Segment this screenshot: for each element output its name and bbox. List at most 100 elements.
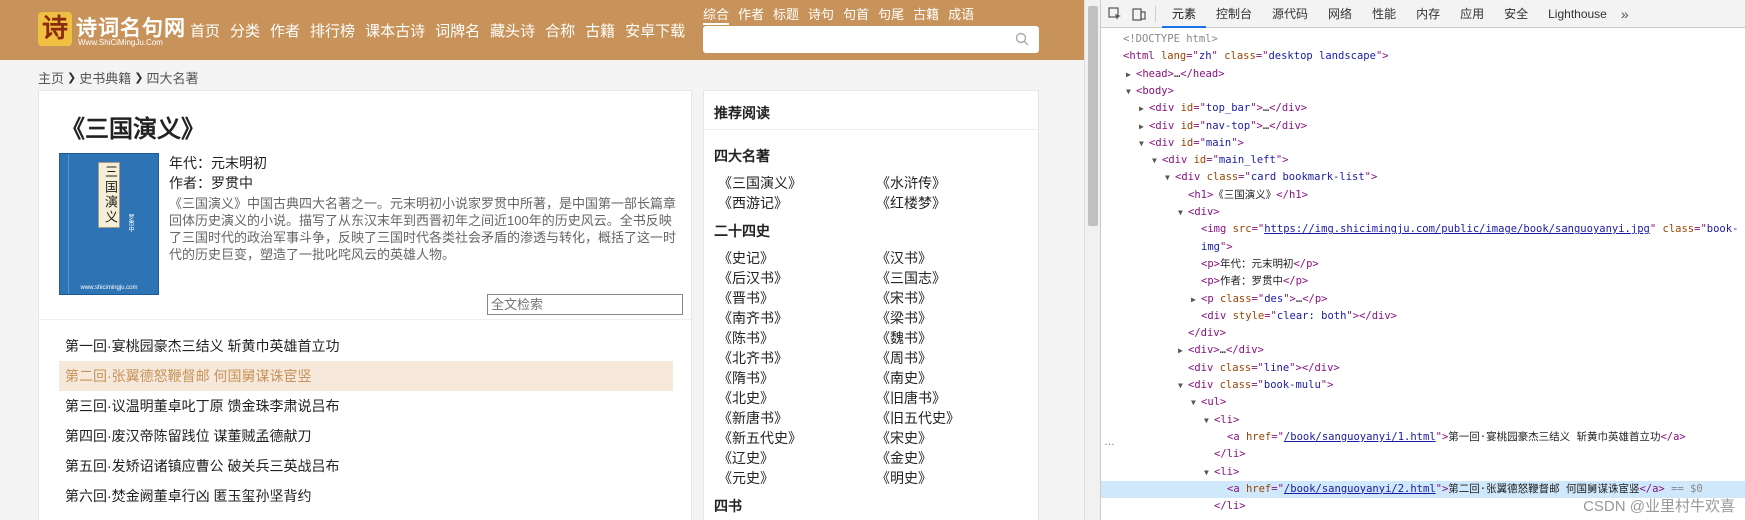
sidebar-book-link[interactable]: 《后汉书》 — [718, 268, 876, 288]
breadcrumb-link[interactable]: 四大名著 — [146, 68, 198, 87]
expand-triangle-icon[interactable]: ▼ — [1191, 394, 1201, 411]
chapter-link[interactable]: 第五回·发矫诏诸镇应曹公 破关兵三英战吕布 — [59, 451, 673, 481]
collapse-triangle-icon[interactable]: ▶ — [1139, 100, 1149, 117]
sidebar-book-link[interactable]: 《魏书》 — [876, 328, 1034, 348]
code-token[interactable]: https://img.shicimingju.com/public/image… — [1264, 223, 1650, 235]
inspect-element-icon[interactable] — [1105, 0, 1125, 28]
dom-node-line[interactable]: <img src="https://img.shicimingju.com/pu… — [1101, 221, 1745, 238]
sidebar-book-link[interactable]: 《晋书》 — [718, 288, 876, 308]
collapse-triangle-icon[interactable]: ▶ — [1178, 342, 1188, 359]
expand-triangle-icon[interactable]: ▼ — [1152, 152, 1162, 169]
dom-node-line[interactable]: ▼ <body> — [1101, 83, 1745, 100]
sidebar-book-link[interactable]: 《旧五代史》 — [876, 408, 1034, 428]
chapter-link[interactable]: 第二回·张翼德怒鞭督邮 何国舅谋诛宦竖 — [59, 361, 673, 391]
search-tab[interactable]: 古籍 — [913, 4, 939, 25]
expand-triangle-icon[interactable]: ▼ — [1139, 135, 1149, 152]
devtools-tab[interactable]: 网络 — [1318, 0, 1362, 28]
sidebar-book-link[interactable]: 《金史》 — [876, 448, 1034, 468]
code-token[interactable]: /book/sanguoyanyi/2.html — [1284, 483, 1436, 495]
code-token[interactable]: /book/sanguoyanyi/1.html — [1284, 431, 1436, 443]
sidebar-book-link[interactable]: 《陈书》 — [718, 328, 876, 348]
sidebar-book-link[interactable]: 《三国演义》 — [718, 173, 876, 193]
dom-node-line[interactable]: ▼ <li> — [1101, 412, 1745, 429]
expand-triangle-icon[interactable]: ▼ — [1178, 204, 1188, 221]
search-tab[interactable]: 标题 — [773, 4, 799, 25]
chapter-link[interactable]: 第六回·焚金阙董卓行凶 匿玉玺孙坚背约 — [59, 481, 673, 511]
fulltext-search-input[interactable] — [487, 294, 683, 315]
dom-node-line[interactable]: <html lang="zh" class="desktop landscape… — [1101, 48, 1745, 65]
breadcrumb-link[interactable]: 史书典籍 — [79, 68, 131, 87]
sidebar-book-link[interactable]: 《旧唐书》 — [876, 388, 1034, 408]
dom-node-line[interactable]: <a href="/book/sanguoyanyi/1.html">第一回·宴… — [1101, 429, 1745, 446]
devtools-tab[interactable]: 元素 — [1162, 0, 1207, 28]
collapse-triangle-icon[interactable]: ▶ — [1126, 66, 1136, 83]
sidebar-book-link[interactable]: 《宋书》 — [876, 288, 1034, 308]
sidebar-book-link[interactable]: 《周书》 — [876, 348, 1034, 368]
nav-link[interactable]: 分类 — [225, 20, 265, 41]
sidebar-book-link[interactable]: 《隋书》 — [718, 368, 876, 388]
breadcrumb-link[interactable]: 主页 — [38, 68, 64, 87]
dom-node-line[interactable]: ▶ <div id="nav-top">…</div> — [1101, 118, 1745, 135]
nav-link[interactable]: 词牌名 — [430, 20, 485, 41]
sidebar-book-link[interactable]: 《南史》 — [876, 368, 1034, 388]
search-tab[interactable]: 成语 — [948, 4, 974, 25]
sidebar-book-link[interactable]: 《北齐书》 — [718, 348, 876, 368]
expand-triangle-icon[interactable]: ▼ — [1165, 169, 1175, 186]
nav-link[interactable]: 排行榜 — [305, 20, 360, 41]
dom-node-line[interactable]: <p>年代：元末明初</p> — [1101, 256, 1745, 273]
search-tab[interactable]: 诗句 — [808, 4, 834, 25]
nav-link[interactable]: 安卓下载 — [620, 20, 690, 41]
dom-node-line[interactable]: ▶ <head>…</head> — [1101, 66, 1745, 83]
collapse-triangle-icon[interactable]: ▶ — [1139, 118, 1149, 135]
expand-triangle-icon[interactable]: ▼ — [1204, 464, 1214, 481]
sidebar-book-link[interactable]: 《梁书》 — [876, 308, 1034, 328]
devtools-tab[interactable]: 内存 — [1406, 0, 1450, 28]
sidebar-book-link[interactable]: 《新五代史》 — [718, 428, 876, 448]
sidebar-book-link[interactable]: 《元史》 — [718, 468, 876, 488]
sidebar-book-link[interactable]: 《明史》 — [876, 468, 1034, 488]
more-tabs-icon[interactable]: » — [1617, 6, 1629, 22]
nav-link[interactable]: 作者 — [265, 20, 305, 41]
dom-node-line[interactable]: <div style="clear: both"></div> — [1101, 308, 1745, 325]
device-toolbar-icon[interactable] — [1129, 0, 1149, 28]
dom-node-line[interactable]: ▼ <li> — [1101, 464, 1745, 481]
dom-node-line[interactable]: <h1>《三国演义》</h1> — [1101, 187, 1745, 204]
devtools-tab[interactable]: 源代码 — [1262, 0, 1318, 28]
sidebar-book-link[interactable]: 《西游记》 — [718, 193, 876, 213]
site-logo[interactable]: 诗 诗词名句网 Www.ShiCiMingJu.Com — [38, 10, 185, 50]
expand-triangle-icon[interactable]: ▼ — [1204, 412, 1214, 429]
sidebar-book-link[interactable]: 《北史》 — [718, 388, 876, 408]
dom-node-line[interactable]: ▼ <div class="book-mulu"> — [1101, 377, 1745, 394]
search-icon[interactable] — [1015, 32, 1029, 46]
sidebar-book-link[interactable]: 《史记》 — [718, 248, 876, 268]
dom-node-line[interactable]: ▼ <div class="card bookmark-list"> — [1101, 169, 1745, 186]
sidebar-book-link[interactable]: 《汉书》 — [876, 248, 1034, 268]
dom-node-line[interactable]: ▼ <ul> — [1101, 394, 1745, 411]
search-tab[interactable]: 句尾 — [878, 4, 904, 25]
sidebar-book-link[interactable]: 《新唐书》 — [718, 408, 876, 428]
chapter-link[interactable]: 第四回·废汉帝陈留践位 谋董贼孟德献刀 — [59, 421, 673, 451]
chapter-link[interactable]: 第三回·议温明董卓叱丁原 馈金珠李肃说吕布 — [59, 391, 673, 421]
dom-node-line[interactable]: </div> — [1101, 325, 1745, 342]
nav-link[interactable]: 藏头诗 — [485, 20, 540, 41]
expand-triangle-icon[interactable]: ▼ — [1126, 83, 1136, 100]
dom-node-line[interactable]: <!DOCTYPE html> — [1101, 31, 1745, 48]
dom-node-line[interactable]: img"> — [1101, 239, 1745, 256]
nav-link[interactable]: 古籍 — [580, 20, 620, 41]
chapter-link[interactable]: 第一回·宴桃园豪杰三结义 斩黄巾英雄首立功 — [59, 331, 673, 361]
dom-node-line[interactable]: <div class="line"></div> — [1101, 360, 1745, 377]
devtools-tab[interactable]: 安全 — [1494, 0, 1538, 28]
page-scrollbar[interactable] — [1084, 0, 1100, 520]
devtools-tab[interactable]: 控制台 — [1206, 0, 1262, 28]
nav-link[interactable]: 首页 — [185, 20, 225, 41]
dom-node-line[interactable]: ▶ <div id="top_bar">…</div> — [1101, 100, 1745, 117]
dom-node-line[interactable]: ▼ <div id="main_left"> — [1101, 152, 1745, 169]
dom-node-line[interactable]: ▶ <p class="des">…</p> — [1101, 291, 1745, 308]
site-search-input[interactable] — [703, 26, 1003, 53]
sidebar-book-link[interactable]: 《辽史》 — [718, 448, 876, 468]
devtools-tab[interactable]: 性能 — [1362, 0, 1406, 28]
search-tab[interactable]: 综合 — [703, 4, 730, 25]
dom-node-line[interactable]: </li> — [1101, 446, 1745, 463]
sidebar-book-link[interactable]: 《南齐书》 — [718, 308, 876, 328]
search-tab[interactable]: 句首 — [843, 4, 869, 25]
